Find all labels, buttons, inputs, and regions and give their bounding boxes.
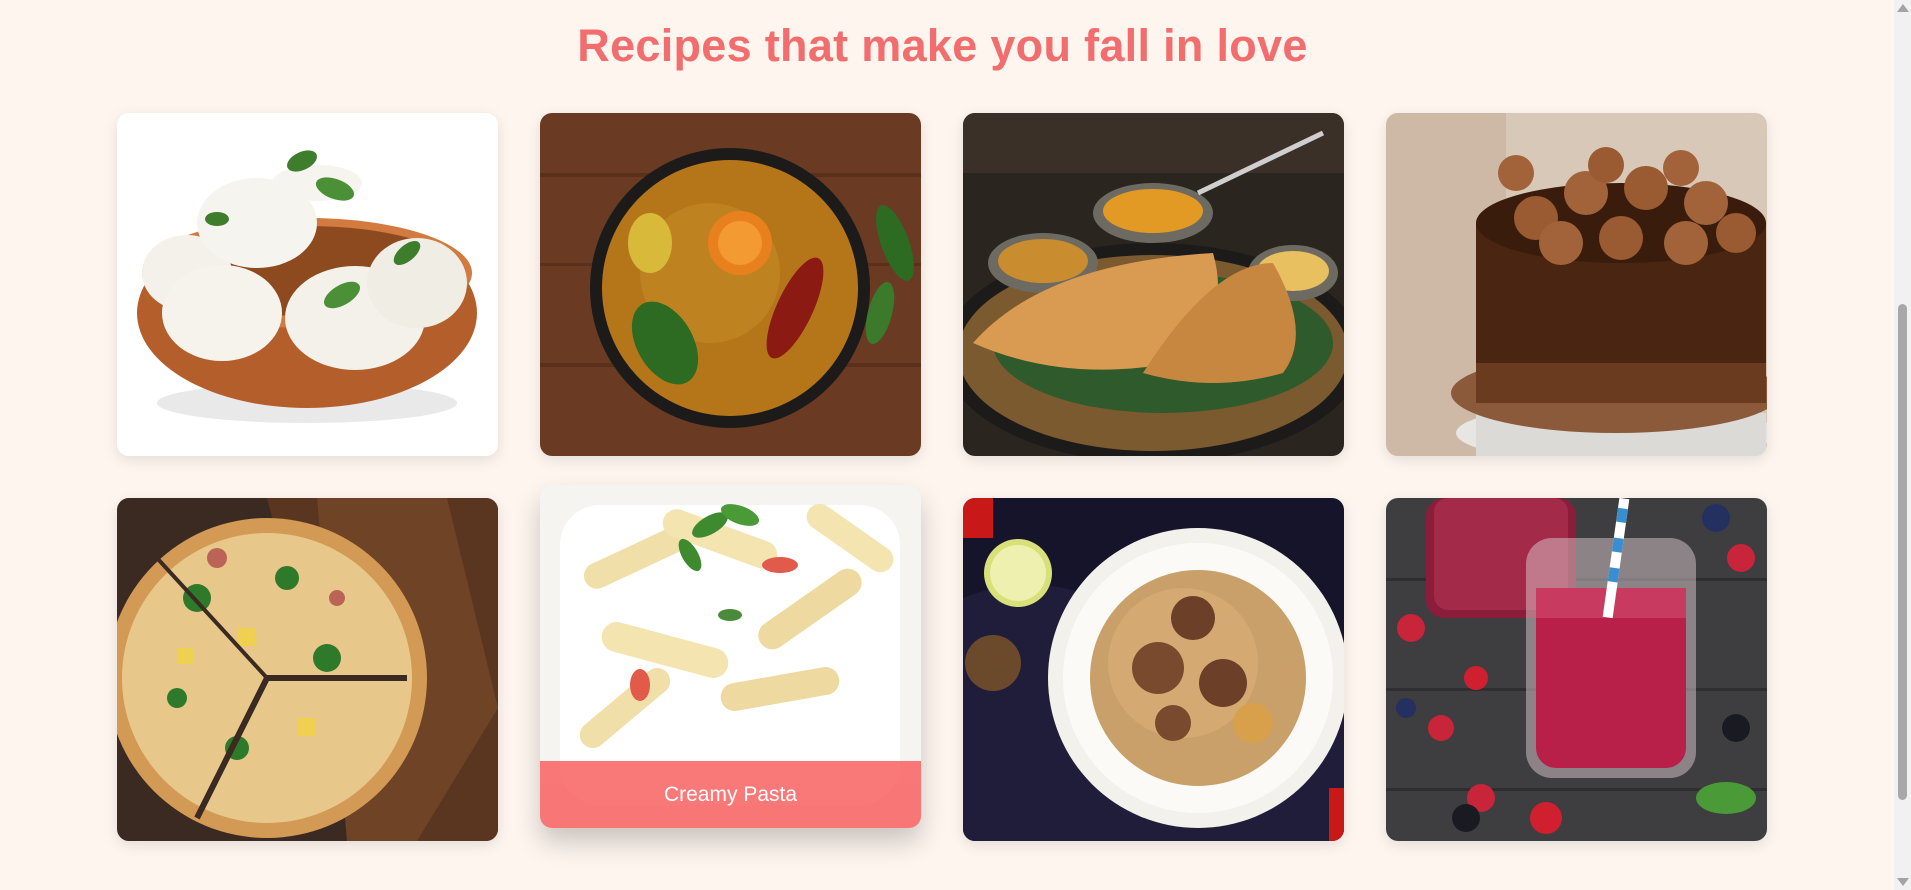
recipe-card-biryani[interactable]	[963, 498, 1344, 841]
berry-smoothie-image	[1386, 498, 1767, 841]
vertical-scrollbar[interactable]	[1894, 0, 1911, 890]
idli-image	[117, 113, 498, 456]
scrollbar-thumb[interactable]	[1898, 304, 1907, 800]
scroll-down-arrow-icon[interactable]	[1897, 878, 1909, 886]
recipe-card-dosa[interactable]	[963, 113, 1344, 456]
recipe-card-idli[interactable]	[117, 113, 498, 456]
section-title: Recipes that make you fall in love	[577, 20, 1308, 71]
page: Recipes that make you fall in love Cream…	[0, 0, 1911, 890]
dosa-image	[963, 113, 1344, 456]
biryani-image	[963, 498, 1344, 841]
recipe-card-pizza[interactable]	[117, 498, 498, 841]
recipe-card-chocolate-cake[interactable]	[1386, 113, 1767, 456]
card-caption: Creamy Pasta	[540, 761, 921, 828]
scroll-up-arrow-icon[interactable]	[1897, 4, 1909, 12]
sambar-image	[540, 113, 921, 456]
recipe-card-creamy-pasta[interactable]: Creamy Pasta	[540, 485, 921, 828]
pizza-image	[117, 498, 498, 841]
recipe-card-sambar[interactable]	[540, 113, 921, 456]
chocolate-cake-image	[1386, 113, 1767, 456]
recipe-card-berry-smoothie[interactable]	[1386, 498, 1767, 841]
